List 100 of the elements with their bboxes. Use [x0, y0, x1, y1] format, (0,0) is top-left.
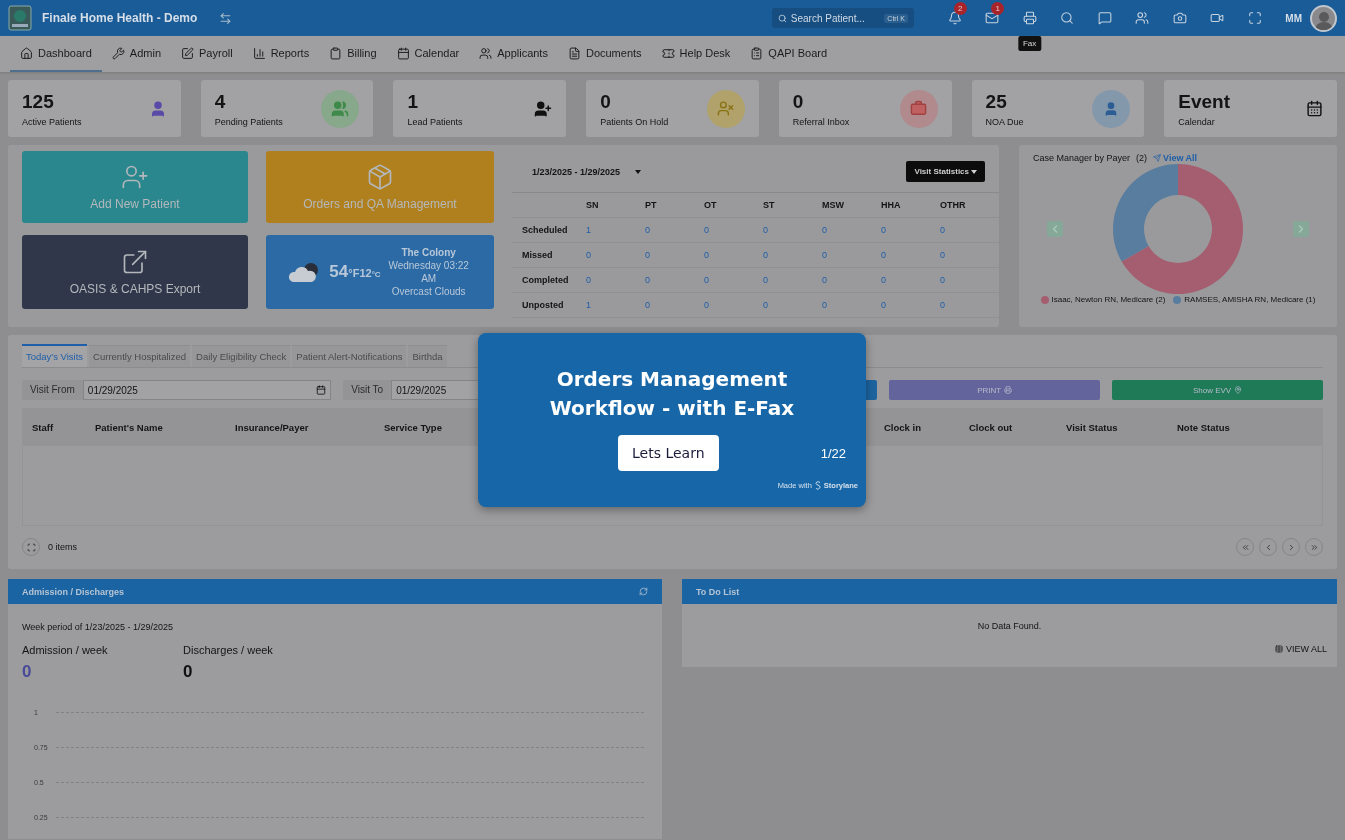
visits-tab[interactable]: Patient Alert-Notifications: [292, 345, 407, 367]
count-link[interactable]: 0: [704, 225, 763, 235]
ticket-icon: [661, 46, 675, 60]
show-evv-button[interactable]: Show EVV: [1112, 380, 1323, 400]
count-link[interactable]: 0: [763, 250, 822, 260]
stat-card[interactable]: 125 Active Patients: [8, 80, 181, 137]
nav-tab[interactable]: Documents: [557, 36, 652, 72]
date-field[interactable]: 01/29/2025: [82, 380, 332, 400]
nav-tab[interactable]: Calendar: [386, 36, 470, 72]
printer-icon[interactable]: [1022, 11, 1037, 25]
count-link[interactable]: 0: [704, 275, 763, 285]
count-link[interactable]: 0: [822, 250, 881, 260]
lets-learn-button[interactable]: Lets Learn: [618, 435, 719, 471]
nav-tab[interactable]: Help Desk: [651, 36, 741, 72]
double-chevron-right-icon: [1309, 542, 1319, 552]
avatar[interactable]: [1310, 4, 1337, 32]
count-link[interactable]: 0: [763, 275, 822, 285]
print-button[interactable]: PRINT: [889, 380, 1101, 400]
search-icon[interactable]: [1060, 11, 1075, 25]
count-link[interactable]: 0: [645, 250, 704, 260]
video-icon[interactable]: [1210, 11, 1225, 25]
chart-count: (2): [1136, 153, 1148, 163]
weather-time: Wednesday 03:22 AM: [387, 259, 470, 285]
count-link[interactable]: 0: [586, 275, 645, 285]
count-link[interactable]: 0: [645, 300, 704, 310]
visits-tab[interactable]: Today's Visits: [22, 344, 88, 367]
count-link[interactable]: 1: [586, 300, 645, 310]
count-link[interactable]: 0: [704, 250, 763, 260]
caret-icon[interactable]: [634, 168, 643, 175]
calendar-icon: [1306, 100, 1323, 117]
visit-statistics-button[interactable]: Visit Statistics: [906, 161, 985, 182]
home-icon: [20, 46, 33, 60]
count-link[interactable]: 0: [822, 300, 881, 310]
stat-card[interactable]: 4 Pending Patients: [200, 80, 374, 137]
pin-icon: [1234, 386, 1243, 394]
count-link[interactable]: 0: [763, 225, 822, 235]
count-link[interactable]: 1: [586, 225, 645, 235]
column-header: MSW: [822, 200, 845, 210]
count-link[interactable]: 0: [881, 225, 940, 235]
column-header: Service Type: [384, 421, 443, 433]
nav-tab[interactable]: Dashboard: [10, 36, 102, 72]
shortcut-tile[interactable]: Orders and QA Management: [266, 151, 494, 223]
chat-icon[interactable]: [1097, 11, 1112, 25]
count-link[interactable]: 0: [586, 250, 645, 260]
stat-card[interactable]: 1 Lead Patients: [393, 80, 567, 137]
visits-tab[interactable]: Birthda: [408, 345, 447, 367]
count-link[interactable]: 0: [940, 275, 999, 285]
nav-tab[interactable]: QAPI Board: [740, 36, 838, 72]
count-link[interactable]: 0: [704, 300, 763, 310]
count-link[interactable]: 0: [881, 250, 940, 260]
stat-card[interactable]: 0 Referral Inbox: [778, 80, 952, 137]
count-link[interactable]: 0: [940, 225, 999, 235]
stat-card[interactable]: 0 Patients On Hold: [586, 80, 759, 137]
nav-tab[interactable]: Payroll: [171, 36, 243, 72]
count-link[interactable]: 0: [822, 225, 881, 235]
calendar-icon[interactable]: [316, 385, 327, 395]
switch-icon[interactable]: [219, 11, 233, 25]
date-range[interactable]: 1/23/2025 - 1/29/2025: [532, 166, 621, 177]
shortcut-tile[interactable]: OASIS & CAHPS Export: [22, 235, 248, 309]
refresh-icon[interactable]: [639, 587, 648, 596]
stat-card[interactable]: Event Calendar: [1164, 80, 1337, 137]
user-remove-icon: [717, 100, 735, 117]
nav-tab[interactable]: Admin: [101, 36, 171, 72]
nav-tab[interactable]: Applicants: [469, 36, 558, 72]
metric-value: 0: [183, 662, 194, 682]
count-link[interactable]: 0: [881, 275, 940, 285]
fullscreen-icon[interactable]: [1247, 11, 1262, 25]
list-icon: [750, 46, 764, 60]
document-icon: [567, 46, 581, 60]
view-all-link[interactable]: View All: [1153, 153, 1198, 163]
count-link[interactable]: 0: [940, 300, 999, 310]
temperature: 54°F12°C: [329, 262, 381, 282]
notifications-icon[interactable]: [947, 11, 962, 25]
view-all-link[interactable]: VIEW ALL: [1274, 644, 1327, 654]
table-icon: [1274, 645, 1283, 653]
count-link[interactable]: 0: [881, 300, 940, 310]
count-badge: 1: [991, 2, 1005, 15]
count-link[interactable]: 0: [822, 275, 881, 285]
city-name: The Colony: [401, 246, 456, 259]
user-initials: MM: [1285, 12, 1302, 24]
stat-card[interactable]: 25 NOA Due: [971, 80, 1145, 137]
calendar-icon: [396, 46, 410, 60]
count-link[interactable]: 0: [645, 225, 704, 235]
count-link[interactable]: 0: [645, 275, 704, 285]
visits-tab[interactable]: Currently Hospitalized: [89, 345, 191, 367]
count-link[interactable]: 0: [940, 250, 999, 260]
nav-tab[interactable]: Reports: [242, 36, 320, 72]
app-title: Finale Home Health - Demo: [42, 11, 198, 25]
nav-tab[interactable]: Billing: [319, 36, 387, 72]
visits-tab[interactable]: Daily Eligibility Check: [192, 345, 291, 367]
users-icon[interactable]: [1135, 11, 1150, 25]
count-link[interactable]: 0: [763, 300, 822, 310]
send-icon: [1153, 154, 1162, 162]
legend-dot: [1173, 295, 1182, 304]
stat-label: NOA Due: [985, 116, 1025, 127]
metric-label: Discharges / week: [183, 644, 274, 656]
shortcut-tile[interactable]: Add New Patient: [22, 151, 248, 223]
camera-icon[interactable]: [1172, 11, 1187, 25]
legend-label: Isaac, Newton RN, Medicare (2): [1051, 295, 1166, 304]
mail-icon[interactable]: [985, 11, 1000, 25]
